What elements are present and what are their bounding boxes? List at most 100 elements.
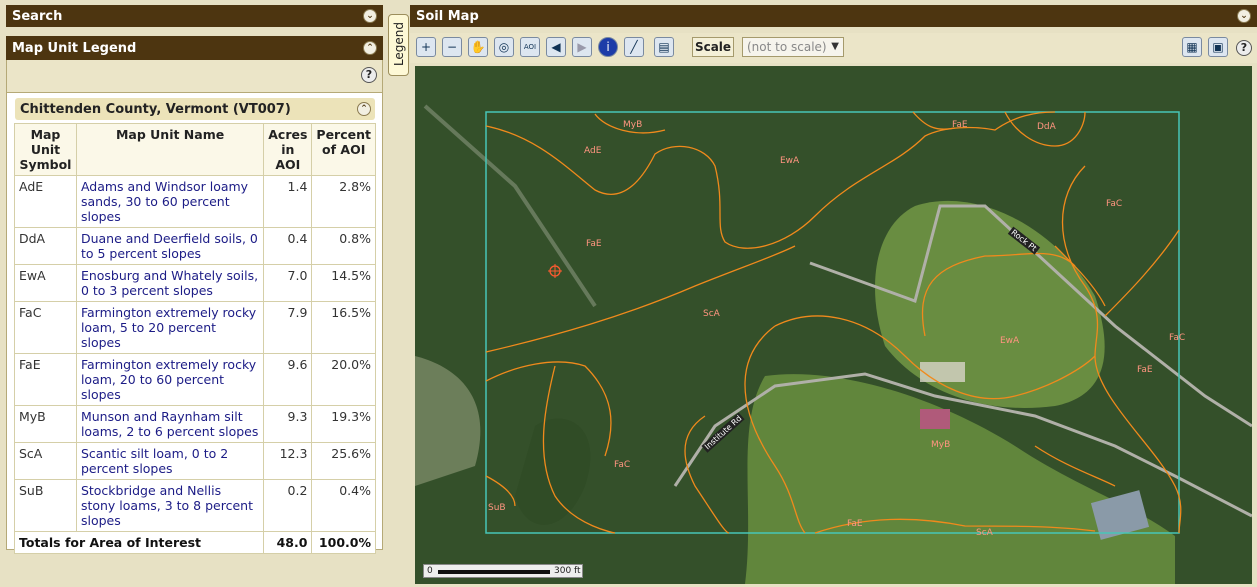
acres-value: 1.4 [263, 175, 313, 228]
map-unit-label: FaE [952, 120, 968, 130]
table-row: FaE Farmington extremely rocky loam, 20 t… [14, 353, 376, 406]
table-row: DdA Duane and Deerfield soils, 0 to 5 per… [14, 227, 376, 265]
map-unit-name[interactable]: Farmington extremely rocky loam, 5 to 20… [75, 301, 265, 354]
percent-value: 16.5% [311, 301, 376, 354]
acres-value: 12.3 [263, 442, 313, 480]
zoom-aoi-icon[interactable]: AOI [520, 37, 540, 57]
percent-value: 19.3% [311, 405, 376, 443]
scale-select-value: (not to scale) [747, 40, 827, 54]
col-acres: Acres in AOI [263, 123, 313, 176]
map-unit-link[interactable]: Farmington extremely rocky loam, 5 to 20… [81, 305, 256, 350]
map-toolbar: + − ✋ ◎ AOI ◀ ▶ i ╱ ▤ Scale (not to scal… [410, 33, 1257, 63]
percent-value: 2.8% [311, 175, 376, 228]
map-unit-name[interactable]: Scantic silt loam, 0 to 2 percent slopes [75, 442, 265, 480]
zoom-out-icon[interactable]: − [442, 37, 462, 57]
map-unit-label: SuB [488, 503, 506, 513]
map-unit-label: FaC [1106, 199, 1123, 209]
map-unit-label: FaC [614, 460, 631, 470]
search-title: Search [12, 8, 63, 24]
map-view-icon[interactable]: ▣ [1208, 37, 1228, 57]
map-scale-bar: 0 300 ft [423, 564, 583, 578]
dropdown-arrow-icon: ▼ [831, 41, 839, 52]
map-unit-label: MyB [931, 440, 951, 450]
map-unit-label: EwA [780, 156, 800, 166]
help-icon[interactable]: ? [361, 67, 377, 83]
map-unit-name[interactable]: Adams and Windsor loamy sands, 30 to 60 … [75, 175, 265, 228]
zoom-in-icon[interactable]: + [416, 37, 436, 57]
full-extent-icon[interactable]: ◎ [494, 37, 514, 57]
collapse-chevron-icon[interactable]: ⌃ [363, 41, 377, 55]
map-unit-link[interactable]: Adams and Windsor loamy sands, 30 to 60 … [81, 179, 248, 224]
table-row: ScA Scantic silt loam, 0 to 2 percent slo… [14, 442, 376, 480]
map-unit-link[interactable]: Duane and Deerfield soils, 0 to 5 percen… [81, 231, 258, 261]
expand-chevron-icon[interactable]: ⌄ [1237, 9, 1251, 23]
map-unit-link[interactable]: Munson and Raynham silt loams, 2 to 6 pe… [81, 409, 258, 439]
percent-value: 0.8% [311, 227, 376, 265]
back-arrow-icon[interactable]: ◀ [546, 37, 566, 57]
map-unit-label: EwA [1000, 336, 1020, 346]
county-title: Chittenden County, Vermont (VT007) [20, 101, 291, 117]
county-header: Chittenden County, Vermont (VT007) ⌃ [15, 98, 375, 120]
measure-ruler-icon[interactable]: ╱ [624, 37, 644, 57]
legend-tab-label: Legend [392, 21, 406, 67]
soil-map-title: Soil Map [416, 8, 479, 24]
legend-toolbar: ? [6, 60, 383, 92]
acres-value: 9.6 [263, 353, 313, 406]
table-row: AdE Adams and Windsor loamy sands, 30 to … [14, 175, 376, 228]
map-unit-symbol: FaE [14, 353, 77, 406]
soil-map-view[interactable]: MyB AdE EwA FaE DdA FaC FaE ScA EwA FaC … [415, 66, 1252, 584]
search-panel-header[interactable]: Search ⌄ [6, 5, 383, 27]
pan-hand-icon[interactable]: ✋ [468, 37, 488, 57]
map-unit-symbol: AdE [14, 175, 77, 228]
acres-value: 7.9 [263, 301, 313, 354]
map-unit-symbol: SuB [14, 479, 77, 532]
forward-arrow-icon[interactable]: ▶ [572, 37, 592, 57]
totals-percent: 100.0% [311, 531, 376, 554]
map-unit-symbol: EwA [14, 264, 77, 302]
map-unit-symbol: FaC [14, 301, 77, 354]
percent-value: 0.4% [311, 479, 376, 532]
map-unit-label: MyB [623, 120, 643, 130]
map-unit-link[interactable]: Enosburg and Whately soils, 0 to 3 perce… [81, 268, 258, 298]
map-unit-link[interactable]: Farmington extremely rocky loam, 20 to 6… [81, 357, 256, 402]
map-unit-link[interactable]: Scantic silt loam, 0 to 2 percent slopes [81, 446, 228, 476]
map-unit-label: ScA [703, 309, 720, 319]
collapse-county-icon[interactable]: ⌃ [357, 102, 371, 116]
map-canvas [415, 66, 1252, 584]
clipboard-icon[interactable]: ▤ [654, 37, 674, 57]
legend-panel-header[interactable]: Map Unit Legend ⌃ [6, 36, 383, 60]
table-row: FaC Farmington extremely rocky loam, 5 to… [14, 301, 376, 354]
acres-value: 0.4 [263, 227, 313, 265]
map-unit-label: FaC [1169, 333, 1186, 343]
map-unit-name[interactable]: Farmington extremely rocky loam, 20 to 6… [75, 353, 265, 406]
map-unit-label: FaE [847, 519, 863, 529]
scale-button[interactable]: Scale [692, 37, 734, 57]
acres-value: 9.3 [263, 405, 313, 443]
scale-select[interactable]: (not to scale) ▼ [742, 37, 844, 57]
percent-value: 14.5% [311, 264, 376, 302]
totals-row: Totals for Area of Interest 48.0 100.0% [13, 531, 376, 554]
col-name: Map Unit Name [75, 123, 265, 176]
map-unit-name[interactable]: Duane and Deerfield soils, 0 to 5 percen… [75, 227, 265, 265]
map-unit-label: DdA [1037, 122, 1056, 132]
map-unit-symbol: DdA [14, 227, 77, 265]
soil-map-header: Soil Map ⌄ [410, 5, 1257, 27]
expand-chevron-icon[interactable]: ⌄ [363, 9, 377, 23]
scale-bar-line [438, 570, 550, 574]
legend-title: Map Unit Legend [12, 40, 137, 56]
map-unit-link[interactable]: Stockbridge and Nellis stony loams, 3 to… [81, 483, 253, 528]
totals-label: Totals for Area of Interest [13, 531, 265, 554]
map-unit-table: Map Unit Symbol Map Unit Name Acres in A… [13, 123, 376, 554]
map-unit-label: FaE [586, 239, 602, 249]
map-unit-name[interactable]: Stockbridge and Nellis stony loams, 3 to… [75, 479, 265, 532]
legend-content: Chittenden County, Vermont (VT007) ⌃ Map… [6, 92, 383, 554]
col-percent: Percent of AOI [311, 123, 376, 176]
legend-side-tab[interactable]: Legend [388, 14, 409, 76]
map-unit-name[interactable]: Enosburg and Whately soils, 0 to 3 perce… [75, 264, 265, 302]
help-icon[interactable]: ? [1236, 40, 1252, 56]
layout-icon[interactable]: ▦ [1182, 37, 1202, 57]
map-unit-label: ScA [976, 528, 993, 538]
info-icon[interactable]: i [598, 37, 618, 57]
map-unit-name[interactable]: Munson and Raynham silt loams, 2 to 6 pe… [75, 405, 265, 443]
col-symbol: Map Unit Symbol [14, 123, 77, 176]
